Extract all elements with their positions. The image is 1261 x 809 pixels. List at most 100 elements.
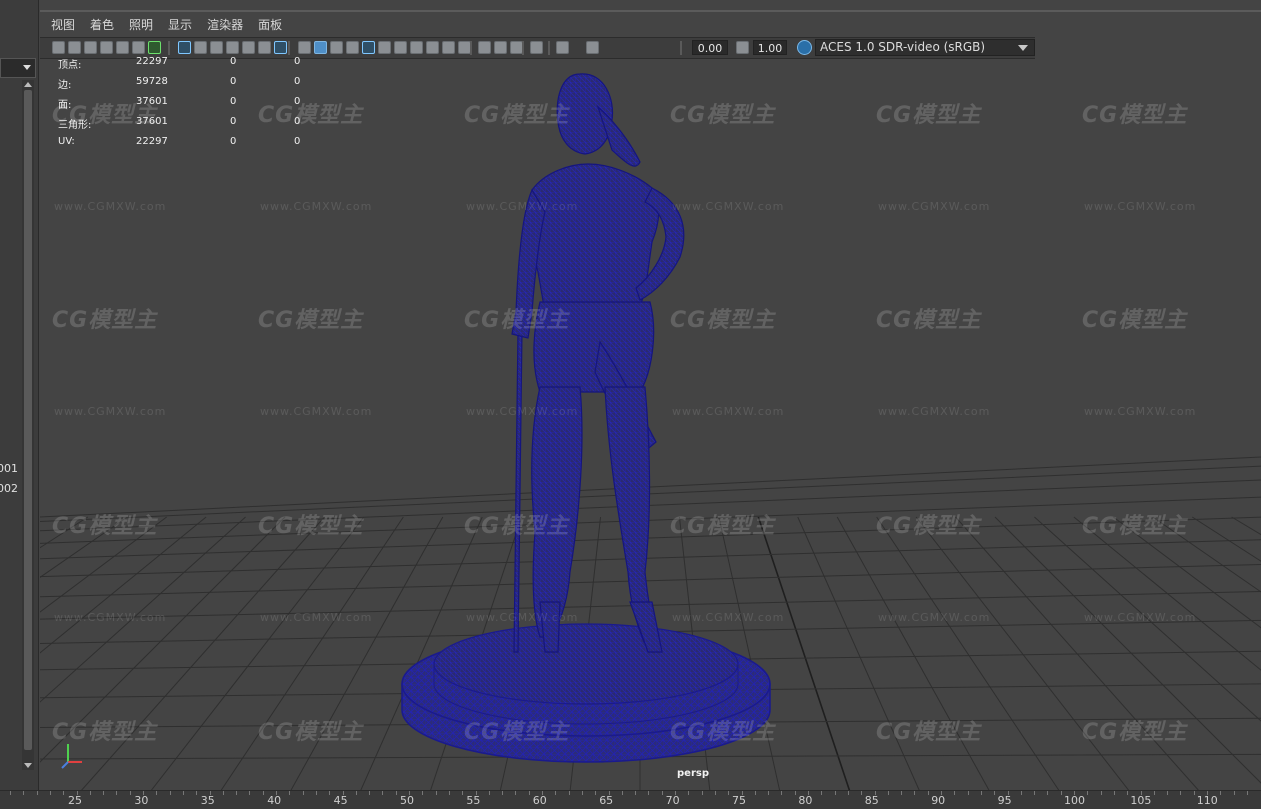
scroll-up-icon[interactable]: [24, 82, 32, 87]
camera-pan-icon[interactable]: [530, 41, 543, 54]
timeline-tick-label: 35: [200, 794, 215, 807]
timeline-tick-mark: [728, 791, 730, 795]
timeline-tick-label: 45: [333, 794, 348, 807]
film-gate-icon[interactable]: [194, 41, 207, 54]
hud-row: UV: 22297 0 0: [58, 136, 318, 150]
color-space-dropdown[interactable]: ACES 1.0 SDR-video (sRGB): [815, 39, 1035, 56]
timeline-tick-mark: [621, 791, 623, 795]
timeline-tick-label: 85: [864, 794, 879, 807]
watermark-logo: CG模型主: [464, 103, 570, 128]
scroll-down-icon[interactable]: [24, 763, 32, 768]
use-all-lights-icon[interactable]: [378, 41, 391, 54]
menu-renderer[interactable]: 渲染器: [207, 16, 243, 33]
timeline-tick-label: 65: [599, 794, 614, 807]
timeline-tick-label: 95: [997, 794, 1012, 807]
image-plane-icon[interactable]: [116, 41, 129, 54]
menu-view[interactable]: 视图: [51, 16, 75, 33]
menu-shading[interactable]: 着色: [90, 16, 114, 33]
bookmark-icon[interactable]: [100, 41, 113, 54]
menu-show[interactable]: 显示: [168, 16, 192, 33]
color-management-icon[interactable]: [797, 40, 812, 55]
timeline-tick-mark: [1100, 791, 1102, 795]
timeline-tick-mark: [182, 791, 184, 795]
watermark-logo: CG模型主: [670, 103, 776, 128]
timeline-tick-mark: [648, 791, 650, 795]
wireframe-icon[interactable]: [298, 41, 311, 54]
watermark-url: www.CGMXW.com: [672, 611, 785, 624]
timeline-tick-mark: [169, 791, 171, 795]
timeline-tick-mark: [768, 791, 770, 795]
hud-label: 面:: [58, 100, 72, 111]
timeline-tick-mark: [568, 791, 570, 795]
gate-mask-icon[interactable]: [226, 41, 239, 54]
camera-icon[interactable]: [52, 41, 65, 54]
field-chart-icon[interactable]: [242, 41, 255, 54]
outliner-item[interactable]: 5001: [0, 462, 18, 475]
timeline-tick-mark: [954, 791, 956, 795]
menu-lighting[interactable]: 照明: [129, 16, 153, 33]
smooth-shade-icon[interactable]: [314, 41, 327, 54]
outliner-scrollbar[interactable]: [22, 80, 34, 770]
outliner-item[interactable]: 5002: [0, 482, 18, 495]
toolbar-separator: [548, 41, 550, 55]
watermark-url: www.CGMXW.com: [54, 611, 167, 624]
timeline-tick-mark: [1007, 791, 1009, 795]
timeline-tick-mark: [236, 791, 238, 795]
timeline-tick-mark: [103, 791, 105, 795]
xray-joints-icon[interactable]: [494, 41, 507, 54]
wireframe-on-shaded-icon[interactable]: [346, 41, 359, 54]
timeline-tick-mark: [821, 791, 823, 795]
timeline-tick-mark: [302, 791, 304, 795]
character-mesh: [511, 73, 685, 653]
timeline-tick-mark: [289, 791, 291, 795]
resolution-gate-icon[interactable]: [210, 41, 223, 54]
shadows-icon[interactable]: [394, 41, 407, 54]
isolate-select-icon[interactable]: [478, 41, 491, 54]
gamma-icon[interactable]: [586, 41, 599, 54]
screen-space-ao-icon[interactable]: [410, 41, 423, 54]
timeline-tick-mark: [156, 791, 158, 795]
scroll-thumb[interactable]: [24, 90, 32, 750]
perspective-viewport[interactable]: CG模型主 www.CGMXW.com CG模型主 www.CGMXW.com CG模型…: [40, 10, 1261, 792]
viewport-menu-bar: 视图 着色 照明 显示 渲染器 面板: [40, 12, 1261, 36]
safe-title-icon[interactable]: [274, 41, 287, 54]
watermark-url: www.CGMXW.com: [466, 200, 579, 213]
grid-line: [40, 456, 1261, 518]
time-slider[interactable]: 25 30 35 40 45 50 55 60 65 70 75 80 85 90 95 100 105 110: [0, 790, 1261, 809]
hud-total: 59728: [136, 76, 168, 87]
gamma-field[interactable]: 1.00: [753, 40, 787, 55]
two-d-pan-icon[interactable]: [132, 41, 145, 54]
xray-icon[interactable]: [362, 41, 375, 54]
timeline-tick-mark: [528, 791, 530, 795]
timeline-tick-mark: [222, 791, 224, 795]
exposure-field[interactable]: 0.00: [692, 40, 728, 55]
timeline-tick-mark: [927, 791, 929, 795]
camera-attr-icon[interactable]: [68, 41, 81, 54]
grid-icon[interactable]: [178, 41, 191, 54]
watermark-logo: CG模型主: [464, 514, 570, 539]
camera-name-label: persp: [677, 768, 709, 779]
bookmark-camera-icon[interactable]: [84, 41, 97, 54]
outliner-filter-dropdown[interactable]: [0, 58, 36, 78]
multisample-aa-icon[interactable]: [442, 41, 455, 54]
motion-blur-icon[interactable]: [426, 41, 439, 54]
timeline-tick-label: 105: [1130, 794, 1152, 807]
grid-line: [289, 516, 444, 792]
grease-pencil-icon[interactable]: [148, 41, 161, 54]
timeline-tick-mark: [994, 791, 996, 795]
timeline-tick-label: 60: [532, 794, 547, 807]
exposure-icon[interactable]: [556, 41, 569, 54]
toolbar-separator: [522, 41, 524, 55]
timeline-tick-mark: [342, 791, 344, 795]
menu-panels[interactable]: 面板: [258, 16, 282, 33]
timeline-tick-mark: [741, 791, 743, 795]
color-space-label: ACES 1.0 SDR-video (sRGB): [820, 40, 986, 54]
timeline-tick-mark: [1074, 791, 1075, 795]
default-material-icon[interactable]: [330, 41, 343, 54]
timeline-tick-mark: [555, 791, 557, 795]
grid-line: [757, 516, 851, 792]
safe-action-icon[interactable]: [258, 41, 271, 54]
hud-selected: 0: [230, 136, 237, 147]
gamma-icon[interactable]: [736, 41, 749, 54]
hud-row: 顶点: 22297 0 0: [58, 56, 318, 71]
